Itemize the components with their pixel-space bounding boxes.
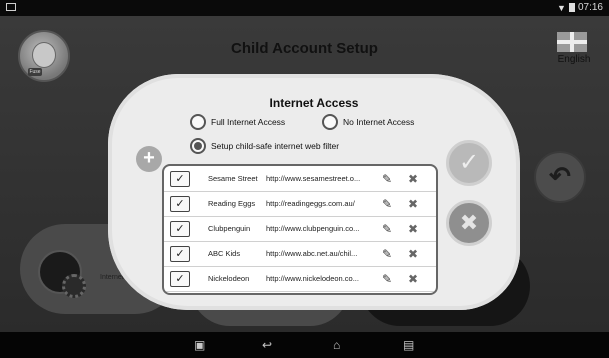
radio-none-icon[interactable] [322,114,338,130]
site-url: http://readingeggs.com.au/ [266,199,355,208]
cancel-button[interactable]: ✖ [446,200,492,246]
site-name: Clubpenguin [208,224,251,233]
screenshot-icon[interactable]: ▣ [194,338,205,352]
radio-full-icon[interactable] [190,114,206,130]
add-site-button[interactable]: + [136,146,162,172]
avatar-tag: Fuse [28,68,42,76]
list-item[interactable]: ✓ Sesame Street http://www.sesamestreet.… [164,166,436,192]
nav-bar: ▣ ↩ ⌂ ▤ [0,332,609,358]
pencil-icon[interactable]: ✎ [382,197,392,211]
site-checkbox[interactable]: ✓ [170,195,190,212]
language-label[interactable]: English [552,54,596,65]
status-right: ▼ 07:16 [557,2,603,13]
radio-no-access[interactable]: No Internet Access [322,114,414,130]
battery-icon [568,3,575,12]
site-url: http://www.clubpenguin.co... [266,224,360,233]
screen: Fuse Child Account Setup English Interne… [0,16,609,332]
radio-full-access[interactable]: Full Internet Access [190,114,285,130]
confirm-button[interactable]: ✓ [446,140,492,186]
site-url: http://www.nickelodeon.co... [266,274,359,283]
wifi-icon: ▼ [557,2,566,13]
delete-icon[interactable]: ✖ [408,272,418,286]
home-icon[interactable]: ⌂ [333,338,340,352]
site-name: Sesame Street [208,174,258,183]
delete-icon[interactable]: ✖ [408,222,418,236]
screenshot-notification-icon [6,3,16,11]
site-name: Nickelodeon [208,274,250,283]
site-checkbox[interactable]: ✓ [170,245,190,262]
gear-icon [62,274,86,298]
list-item[interactable]: ✓ Clubpenguin http://www.clubpenguin.co.… [164,216,436,242]
internet-access-dialog: Internet Access Full Internet Access No … [108,74,520,310]
site-checkbox[interactable]: ✓ [170,220,190,237]
site-name: ABC Kids [208,249,241,258]
site-url: http://www.abc.net.au/chil... [266,249,358,258]
status-time: 07:16 [577,2,603,13]
delete-icon[interactable]: ✖ [408,197,418,211]
site-checkbox[interactable]: ✓ [170,270,190,287]
back-nav-icon[interactable]: ↩ [262,338,272,352]
page-title: Child Account Setup [231,40,378,57]
delete-icon[interactable]: ✖ [408,172,418,186]
radio-filter-icon[interactable] [190,138,206,154]
site-name: Reading Eggs [208,199,256,208]
site-url: http://www.sesamestreet.o... [266,174,361,183]
radio-web-filter[interactable]: Setup child-safe internet web filter [190,138,339,154]
list-item[interactable]: ✓ ABC Kids http://www.abc.net.au/chil...… [164,241,436,267]
radio-none-label: No Internet Access [343,117,415,127]
dialog-title: Internet Access [269,96,359,110]
pencil-icon[interactable]: ✎ [382,222,392,236]
status-bar: ▼ 07:16 [0,0,609,16]
site-list[interactable]: ✓ Sesame Street http://www.sesamestreet.… [162,164,438,295]
pencil-icon[interactable]: ✎ [382,247,392,261]
uk-flag-icon[interactable] [557,32,587,52]
internet-tile-label: Internet [100,274,124,281]
back-button[interactable]: ↶ [534,151,586,203]
radio-filter-label: Setup child-safe internet web filter [211,141,340,151]
site-checkbox[interactable]: ✓ [170,170,190,187]
list-item[interactable]: ✓ Nickelodeon http://www.nickelodeon.co.… [164,266,436,292]
pencil-icon[interactable]: ✎ [382,172,392,186]
pencil-icon[interactable]: ✎ [382,272,392,286]
radio-selected-dot [194,142,202,150]
radio-full-label: Full Internet Access [211,117,286,127]
delete-icon[interactable]: ✖ [408,247,418,261]
recent-apps-icon[interactable]: ▤ [403,338,414,352]
list-item[interactable]: ✓ Reading Eggs http://readingeggs.com.au… [164,191,436,217]
